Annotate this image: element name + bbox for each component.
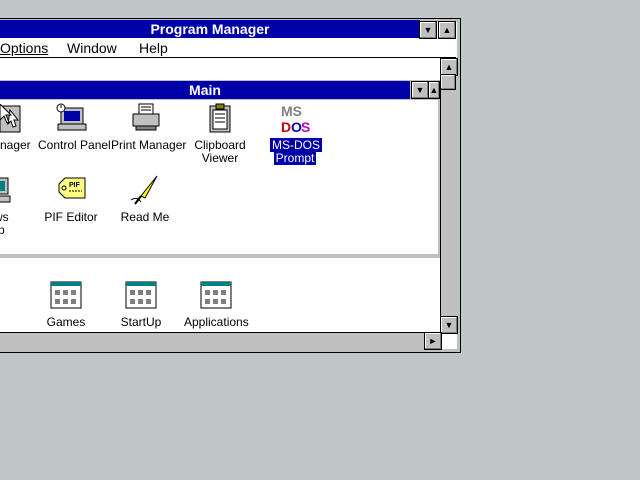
menu-options[interactable]: Options	[0, 39, 48, 57]
vertical-scrollbar[interactable]	[440, 58, 457, 332]
mouse-pointer-icon	[0, 104, 12, 124]
startup-group-label: StartUp	[120, 315, 162, 329]
pif-editor-label: PIF Editor	[44, 210, 98, 224]
program-group-icon	[200, 281, 232, 309]
menu-window-label: Window	[67, 40, 117, 56]
arrow-right-icon: ►	[428, 336, 438, 346]
games-group-label: Games	[46, 315, 86, 329]
ms-dos-prompt-label-1: MS-DOS	[270, 138, 322, 152]
triangle-down-icon: ▼	[415, 85, 425, 95]
read-me-label: Read Me	[120, 210, 170, 224]
printer-icon	[132, 103, 160, 131]
svg-text:D: D	[281, 119, 291, 134]
clipboard-viewer-item[interactable]: Clipboard Viewer	[190, 102, 250, 165]
maximize-button[interactable]: ▲	[438, 21, 456, 39]
menu-divider	[0, 57, 456, 58]
menu-options-label: Options	[0, 40, 49, 56]
horizontal-scrollbar[interactable]	[0, 332, 440, 349]
clipboard-viewer-label-2: Viewer	[201, 151, 239, 165]
scroll-right-button[interactable]: ►	[424, 332, 442, 350]
scroll-thumb[interactable]	[440, 74, 456, 90]
quill-pen-icon	[130, 175, 158, 205]
windows-setup-item[interactable]: ows up	[0, 174, 16, 237]
control-panel-label: Control Panel	[38, 138, 111, 152]
windows-setup-label-2: up	[0, 223, 5, 237]
control-panel-item[interactable]: Control Panel	[38, 102, 111, 152]
scroll-down-button[interactable]: ▼	[440, 316, 458, 334]
applications-group-item[interactable]: Applications	[184, 279, 249, 329]
svg-text:S: S	[301, 119, 310, 134]
menu-window[interactable]: Window	[67, 39, 117, 57]
print-manager-item[interactable]: Print Manager	[111, 102, 187, 152]
menu-help-label: Help	[139, 40, 168, 56]
pif-editor-item[interactable]: PIF PIF Editor	[44, 174, 98, 224]
svg-text:MS: MS	[281, 103, 302, 119]
control-panel-icon	[56, 103, 87, 131]
menu-bar: Options Window Help	[0, 39, 456, 57]
ms-dos-prompt-item[interactable]: MS D O S MS-DOS Prompt	[270, 102, 322, 165]
computer-icon	[0, 177, 11, 203]
main-group-title-bar[interactable]: Main	[0, 81, 410, 99]
clipboard-icon	[209, 103, 231, 133]
applications-group-label: Applications	[184, 315, 249, 329]
startup-group-item[interactable]: StartUp	[116, 279, 166, 329]
main-maximize-button[interactable]: ▲	[428, 81, 440, 99]
pif-tag-icon: PIF	[58, 177, 86, 199]
triangle-up-icon: ▲	[429, 85, 439, 95]
program-group-icon	[125, 281, 157, 309]
print-manager-label: Print Manager	[111, 138, 187, 152]
main-minimize-button[interactable]: ▼	[411, 81, 429, 99]
triangle-down-icon: ▼	[423, 25, 433, 35]
arrow-down-icon: ▼	[444, 320, 454, 330]
program-manager-title-bar[interactable]: Program Manager	[0, 20, 420, 38]
ms-dos-prompt-label-2: Prompt	[273, 151, 317, 165]
read-me-item[interactable]: Read Me	[118, 174, 172, 224]
program-group-icon	[50, 281, 82, 309]
pif-tag-text: PIF	[69, 182, 81, 189]
main-group-title: Main	[189, 82, 221, 98]
games-group-item[interactable]: Games	[41, 279, 91, 329]
minimize-button[interactable]: ▼	[419, 21, 437, 39]
triangle-up-icon: ▲	[442, 25, 452, 35]
window-title: Program Manager	[150, 21, 270, 37]
arrow-up-icon: ▲	[444, 62, 454, 72]
ms-dos-logo-icon: MS D O S	[281, 103, 310, 135]
menu-help[interactable]: Help	[139, 39, 168, 57]
